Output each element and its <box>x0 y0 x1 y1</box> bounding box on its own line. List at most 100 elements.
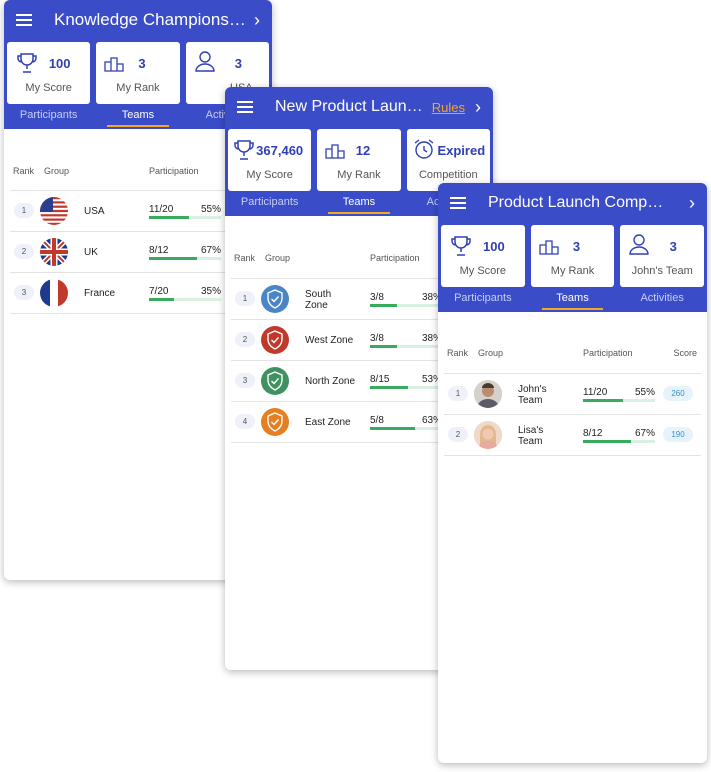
group-column-header: Group <box>265 253 291 263</box>
rank-badge: 1 <box>448 386 468 401</box>
team-rank-value: 3 <box>669 239 677 254</box>
participation-value: 11/20 <box>583 387 608 398</box>
table-row[interactable]: 2 Lisa's Team 8/12 67% 190 <box>444 414 701 456</box>
chevron-right-icon[interactable]: › <box>254 10 260 31</box>
tab-participants[interactable]: Participants <box>4 105 93 129</box>
participation-value: 3/8 <box>370 333 384 344</box>
group-name: South Zone <box>305 289 332 311</box>
group-column-header: Group <box>478 348 504 358</box>
participation-value: 7/20 <box>149 286 169 297</box>
score-column-header: Score <box>673 348 697 358</box>
shield-check-icon <box>261 326 289 354</box>
progress-bar <box>149 298 221 301</box>
my-rank-card[interactable]: 3 My Rank <box>530 225 615 287</box>
alarm-clock-icon <box>414 139 434 159</box>
competition-title: New Product Laun… <box>275 98 423 115</box>
progress-bar <box>370 345 442 348</box>
my-rank-card[interactable]: 12 My Rank <box>317 129 401 191</box>
shield-check-icon <box>261 285 289 313</box>
tab-participants[interactable]: Participants <box>225 192 314 216</box>
rank-column-header: Rank <box>447 348 469 358</box>
group-name: John's Team <box>518 384 547 406</box>
my-rank-card[interactable]: 3 My Rank <box>96 42 180 104</box>
rank-badge: 1 <box>14 203 34 218</box>
participation-column-header: Participation <box>370 253 420 263</box>
tab-participants[interactable]: Participants <box>438 288 528 312</box>
rank-value: 3 <box>572 239 581 254</box>
uk-flag-icon <box>40 238 68 266</box>
rank-badge: 2 <box>235 332 255 347</box>
my-score-card[interactable]: 100 My Score <box>7 42 91 104</box>
participation-percent: 55% <box>635 387 656 398</box>
score-value: 367,460 <box>256 143 304 158</box>
shield-check-icon <box>261 367 289 395</box>
score-badge: 260 <box>663 386 693 401</box>
progress-bar <box>370 427 442 430</box>
rank-value: 12 <box>355 143 371 158</box>
participation-value: 8/15 <box>370 374 390 385</box>
rules-link[interactable]: Rules <box>432 100 465 115</box>
rank-label: My Rank <box>337 169 381 181</box>
progress-bar <box>149 257 221 260</box>
progress-bar <box>149 216 221 219</box>
participation-value: 3/8 <box>370 292 384 303</box>
team-name-label: John's Team <box>631 265 693 277</box>
rank-badge: 1 <box>235 291 255 306</box>
progress-bar <box>583 399 655 402</box>
tab-teams[interactable]: Teams <box>528 288 618 312</box>
usa-flag-icon <box>40 197 68 225</box>
progress-bar <box>370 304 442 307</box>
team-card[interactable]: 3 John's Team <box>620 225 705 287</box>
score-label: My Score <box>459 265 507 277</box>
france-flag-icon <box>40 279 68 307</box>
team-avatar <box>474 421 502 449</box>
group-column-header: Group <box>44 166 70 176</box>
participation-percent: 67% <box>635 428 656 439</box>
shield-check-icon <box>261 408 289 436</box>
score-label: My Score <box>246 169 293 181</box>
title-bar: Product Launch Comp… › <box>438 183 707 223</box>
score-badge: 190 <box>663 427 693 442</box>
competition-title: Product Launch Comp… <box>488 194 664 211</box>
rank-value: 3 <box>138 56 146 71</box>
group-name: Lisa's Team <box>518 425 544 447</box>
team-avatar <box>474 380 502 408</box>
product-launch-panel: Product Launch Comp… › 100 My Score 3 My… <box>438 183 707 763</box>
group-name: East Zone <box>305 417 351 428</box>
tab-activities[interactable]: Activities <box>617 288 707 312</box>
my-score-card[interactable]: 100 My Score <box>441 225 525 287</box>
score-label: My Score <box>25 82 72 94</box>
menu-icon[interactable] <box>16 14 32 26</box>
rank-badge: 4 <box>235 414 255 429</box>
competition-title: Knowledge Champions… <box>54 10 246 29</box>
menu-icon[interactable] <box>450 197 466 209</box>
my-score-card[interactable]: 367,460 My Score <box>228 129 312 191</box>
menu-icon[interactable] <box>237 101 253 113</box>
participation-column-header: Participation <box>149 166 199 176</box>
panel-header: Product Launch Comp… › 100 My Score 3 My… <box>438 183 707 312</box>
rank-label: My Rank <box>116 82 160 94</box>
progress-bar <box>583 440 655 443</box>
score-value: 100 <box>48 56 71 71</box>
participation-percent: 67% <box>201 245 222 256</box>
chevron-right-icon[interactable]: › <box>689 193 695 214</box>
rank-badge: 2 <box>14 244 34 259</box>
participation-percent: 35% <box>201 286 222 297</box>
rank-badge: 3 <box>14 285 34 300</box>
rank-badge: 3 <box>235 373 255 388</box>
rank-label: My Rank <box>550 265 595 277</box>
tab-teams[interactable]: Teams <box>93 105 182 129</box>
participation-value: 5/8 <box>370 415 384 426</box>
group-name: UK <box>84 247 98 258</box>
stats-cards: 100 My Score 3 My Rank 3 John's Team <box>441 225 705 287</box>
table-row[interactable]: 1 John's Team 11/20 55% 260 <box>444 373 701 414</box>
group-name: North Zone <box>305 376 356 387</box>
chevron-right-icon[interactable]: › <box>475 97 481 118</box>
group-name: France <box>84 288 116 299</box>
title-bar: Knowledge Champions… › <box>4 0 272 40</box>
score-value: 100 <box>482 239 505 254</box>
participation-percent: 55% <box>201 204 222 215</box>
tab-teams[interactable]: Teams <box>314 192 403 216</box>
rank-column-header: Rank <box>13 166 35 176</box>
competition-status-card[interactable]: Expired Competition <box>406 129 490 191</box>
